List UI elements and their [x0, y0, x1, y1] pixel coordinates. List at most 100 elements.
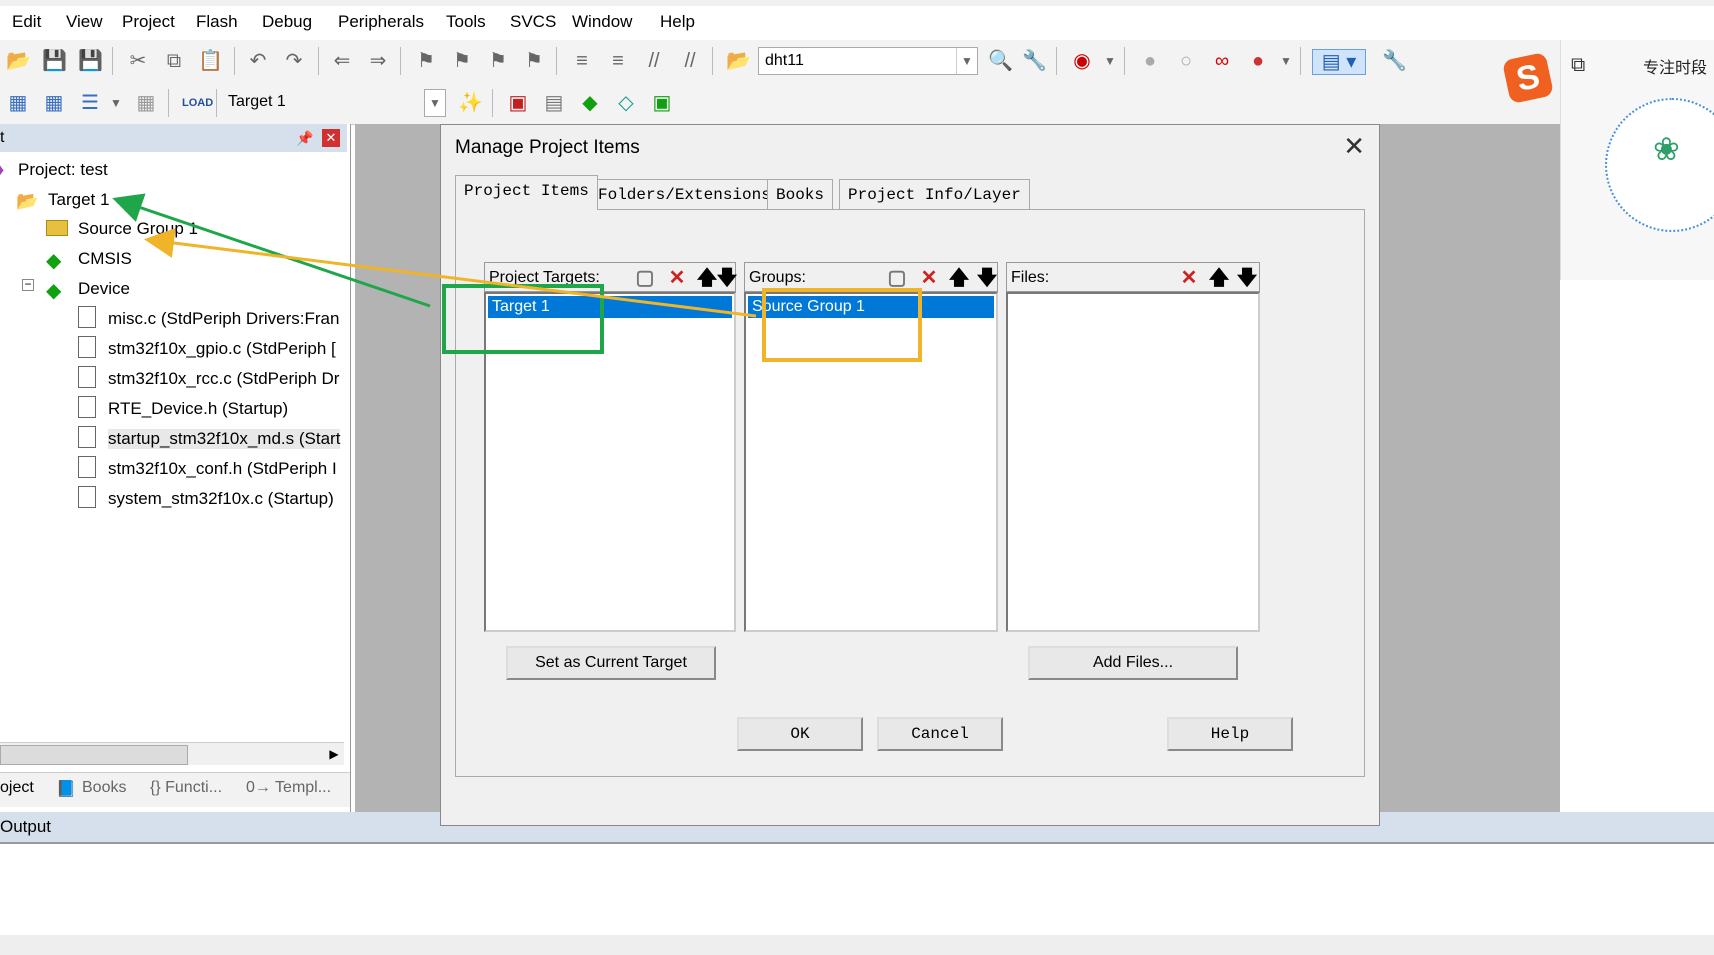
- menu-help[interactable]: Help: [660, 12, 695, 32]
- horizontal-scrollbar[interactable]: ▶: [0, 742, 344, 765]
- save-all-icon[interactable]: 💾: [78, 49, 103, 73]
- manage-project-items-icon[interactable]: ▣: [506, 91, 530, 115]
- tab-templates[interactable]: 0→ Templ...: [246, 779, 331, 797]
- sogou-input-icon[interactable]: S: [1501, 51, 1555, 105]
- scroll-right-icon[interactable]: ▶: [324, 745, 344, 763]
- chevron-down-icon[interactable]: ▼: [1274, 49, 1298, 73]
- scrollbar-thumb[interactable]: [0, 745, 188, 765]
- tab-books[interactable]: Books: [82, 779, 126, 797]
- bookmark-next-icon[interactable]: ⚑: [486, 49, 510, 73]
- bookmark-clear-icon[interactable]: ⚑: [522, 49, 546, 73]
- bookmark-icon[interactable]: ⚑: [414, 49, 438, 73]
- new-icon[interactable]: ▢: [633, 266, 657, 290]
- file-extensions-icon[interactable]: ▤: [542, 91, 566, 115]
- tree-file[interactable]: stm32f10x_gpio.c (StdPeriph [: [108, 339, 336, 359]
- tree-file[interactable]: misc.c (StdPeriph Drivers:Fran: [108, 309, 339, 329]
- rebuild-icon[interactable]: ☰: [78, 91, 102, 115]
- find-combo[interactable]: dht11 ▼: [758, 47, 978, 75]
- tree-file[interactable]: startup_stm32f10x_md.s (Start: [108, 429, 341, 449]
- tab-books[interactable]: Books: [767, 179, 834, 210]
- redo-icon[interactable]: ↷: [282, 49, 306, 73]
- target-item[interactable]: Target 1: [488, 296, 732, 318]
- menu-tools[interactable]: Tools: [446, 12, 486, 32]
- unindent-icon[interactable]: ≡: [606, 49, 630, 73]
- target-select[interactable]: Target 1 ▼: [222, 89, 446, 117]
- undo-icon[interactable]: ↶: [246, 49, 270, 73]
- groups-list[interactable]: Source Group 1: [744, 292, 998, 632]
- menu-project[interactable]: Project: [122, 12, 175, 32]
- cut-icon[interactable]: ✂: [126, 49, 150, 73]
- chevron-down-icon[interactable]: ▼: [424, 89, 446, 117]
- paste-icon[interactable]: 📋: [198, 49, 223, 73]
- targets-list[interactable]: Target 1: [484, 292, 736, 632]
- menu-debug[interactable]: Debug: [262, 12, 312, 32]
- close-icon[interactable]: ✕: [322, 129, 340, 147]
- tab-functions[interactable]: {} Functi...: [150, 779, 222, 797]
- menu-peripherals[interactable]: Peripherals: [338, 12, 424, 32]
- delete-icon[interactable]: ✕: [665, 266, 689, 290]
- chevron-down-icon[interactable]: ▼: [1098, 49, 1122, 73]
- menu-view[interactable]: View: [66, 12, 103, 32]
- forward-icon[interactable]: ⇒: [366, 49, 390, 73]
- menu-edit[interactable]: Edit: [12, 12, 41, 32]
- save-icon[interactable]: 💾: [42, 49, 67, 73]
- delete-icon[interactable]: ✕: [1177, 266, 1201, 290]
- tree-file[interactable]: stm32f10x_conf.h (StdPeriph I: [108, 459, 337, 479]
- bookmark-prev-icon[interactable]: ⚑: [450, 49, 474, 73]
- tree-file[interactable]: RTE_Device.h (Startup): [108, 399, 288, 419]
- collapse-icon[interactable]: −: [22, 278, 34, 291]
- copy-icon[interactable]: ⧉: [162, 49, 186, 73]
- tree-item-cmsis[interactable]: CMSIS: [78, 249, 132, 269]
- pack-installer-icon[interactable]: ▣: [650, 91, 674, 115]
- chevron-down-icon[interactable]: ▼: [104, 91, 128, 115]
- pin-icon[interactable]: 📌: [296, 124, 313, 152]
- back-icon[interactable]: ⇐: [330, 49, 354, 73]
- find-icon[interactable]: 🔍: [988, 49, 1013, 73]
- menu-window[interactable]: Window: [572, 12, 632, 32]
- move-up-icon[interactable]: 🡅: [947, 266, 971, 290]
- tree-project-root[interactable]: Project: test: [18, 160, 108, 180]
- comment-icon[interactable]: //: [642, 49, 666, 73]
- delete-icon[interactable]: ✕: [917, 266, 941, 290]
- tree-item-device[interactable]: Device: [78, 279, 130, 299]
- close-icon[interactable]: ✕: [1343, 131, 1365, 162]
- uncomment-icon[interactable]: //: [678, 49, 702, 73]
- tree-target[interactable]: Target 1: [48, 190, 109, 210]
- move-down-icon[interactable]: 🡇: [715, 266, 739, 290]
- move-down-icon[interactable]: 🡇: [1235, 266, 1259, 290]
- tab-project[interactable]: oject: [0, 779, 34, 797]
- tree-item-source-group[interactable]: Source Group 1: [78, 219, 198, 239]
- expand-icon[interactable]: ⧉: [1571, 54, 1585, 77]
- tab-project-info[interactable]: Project Info/Layer: [839, 179, 1030, 210]
- tree-file[interactable]: stm32f10x_rcc.c (StdPeriph Dr: [108, 369, 339, 389]
- help-button[interactable]: Help: [1167, 717, 1293, 751]
- cancel-button[interactable]: Cancel: [877, 717, 1003, 751]
- menu-svcs[interactable]: SVCS: [510, 12, 556, 32]
- breakpoints-kill-all-icon[interactable]: ●: [1246, 49, 1270, 73]
- debug-session-icon[interactable]: ◉: [1070, 49, 1094, 73]
- move-up-icon[interactable]: 🡅: [1207, 266, 1231, 290]
- download-icon[interactable]: LOAD: [182, 91, 213, 115]
- manage-rte-icon[interactable]: ◆: [578, 91, 602, 115]
- find-in-files-icon[interactable]: 📂: [726, 49, 751, 73]
- select-packs-icon[interactable]: ◇: [614, 91, 638, 115]
- window-layout-icon[interactable]: ▤ ▾: [1312, 49, 1366, 75]
- incremental-find-icon[interactable]: 🔧: [1022, 49, 1047, 73]
- menu-flash[interactable]: Flash: [196, 12, 238, 32]
- move-down-icon[interactable]: 🡇: [975, 266, 999, 290]
- set-current-target-button[interactable]: Set as Current Target: [506, 646, 716, 680]
- tab-folders-extensions[interactable]: Folders/Extensions: [589, 179, 780, 210]
- breakpoint-icon[interactable]: ●: [1138, 49, 1162, 73]
- group-item[interactable]: Source Group 1: [748, 296, 994, 318]
- ok-button[interactable]: OK: [737, 717, 863, 751]
- open-icon[interactable]: 📂: [6, 49, 31, 73]
- add-files-button[interactable]: Add Files...: [1028, 646, 1238, 680]
- build-icon[interactable]: ▦: [42, 91, 66, 115]
- breakpoints-disable-all-icon[interactable]: ∞: [1210, 49, 1234, 73]
- breakpoint-disable-icon[interactable]: ○: [1174, 49, 1198, 73]
- tree-file[interactable]: system_stm32f10x.c (Startup): [108, 489, 334, 509]
- configure-icon[interactable]: 🔧: [1382, 49, 1407, 73]
- translate-icon[interactable]: ▦: [6, 91, 30, 115]
- indent-icon[interactable]: ≡: [570, 49, 594, 73]
- files-list[interactable]: [1006, 292, 1260, 632]
